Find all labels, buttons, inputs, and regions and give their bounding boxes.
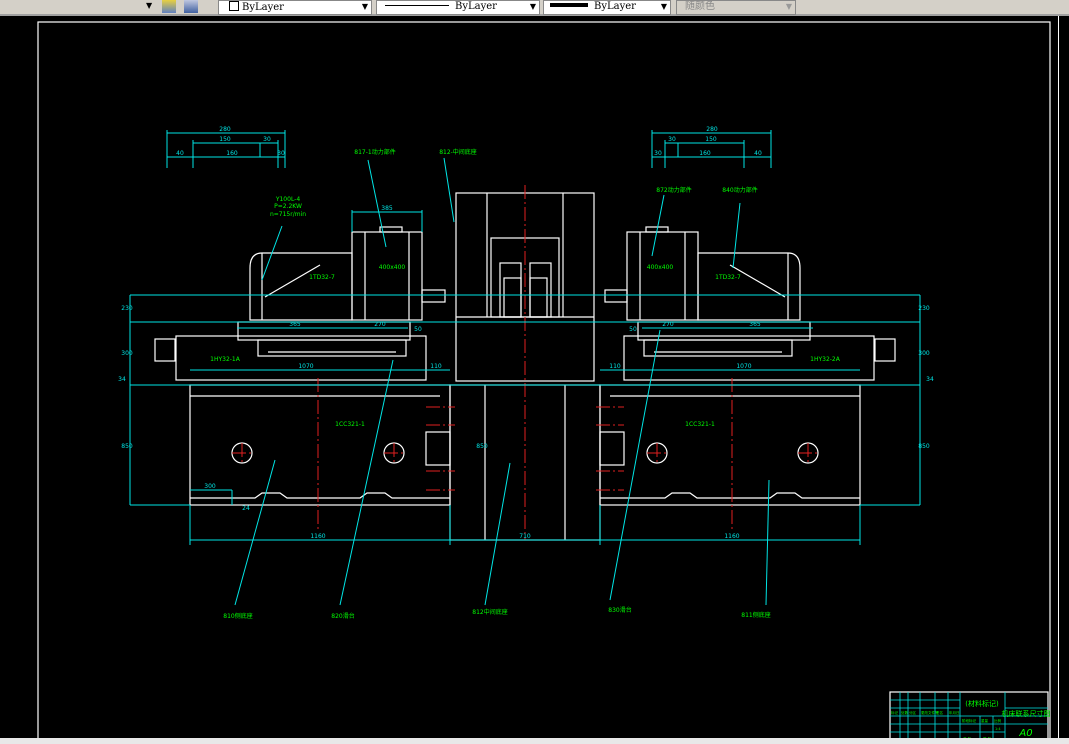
- dim-text: 40: [176, 150, 184, 157]
- centerlines: [232, 185, 818, 540]
- dim-text: 270: [374, 321, 386, 328]
- dim-text: 1070: [298, 363, 313, 370]
- dim-text: 850: [918, 443, 930, 450]
- color-swatch-icon: [229, 1, 239, 11]
- title-cell: 年月日: [949, 710, 960, 715]
- layer-previous-icon[interactable]: [184, 0, 198, 13]
- title-cell: 重量: [981, 718, 989, 723]
- linetype-value: ByLayer: [455, 1, 497, 12]
- label-text: 1CC321-1: [335, 421, 365, 428]
- title-cell: 阶段标记: [962, 718, 976, 723]
- plotstyle-control: 随颜色 ▼: [676, 0, 796, 15]
- dim-text: 150: [219, 136, 231, 143]
- label-text: 820滑台: [331, 612, 354, 620]
- left-base: [189, 384, 451, 506]
- label-text: 830滑台: [608, 606, 631, 614]
- label-text: 1TD32-7: [715, 274, 741, 281]
- right-head: [626, 231, 699, 321]
- label-text: 810侧底座: [223, 612, 252, 620]
- dim-text: 1070: [736, 363, 751, 370]
- material-mark: (材料标记): [965, 699, 999, 708]
- color-value: ByLayer: [242, 2, 284, 13]
- dim-text: 150: [705, 136, 717, 143]
- dim-text: 365: [749, 321, 761, 328]
- dim-text: 40: [754, 150, 762, 157]
- dim-text: 50: [414, 326, 422, 333]
- title-cell: 分区: [909, 710, 917, 715]
- dim-text: 1160: [724, 533, 739, 540]
- dim-text: 34: [926, 376, 934, 383]
- dimension-texts: 280 150 30 160 40 30 280 30 150 30 160 4…: [118, 126, 934, 540]
- dim-text: 160: [226, 150, 238, 157]
- left-motor: [249, 252, 353, 321]
- dim-text: 280: [706, 126, 718, 133]
- layer-states-icon[interactable]: [162, 0, 176, 13]
- dim-text: 365: [289, 321, 301, 328]
- linetype-sample-icon: [385, 5, 449, 6]
- dim-text: 230: [121, 305, 133, 312]
- chevron-down-icon[interactable]: ▼: [362, 1, 368, 13]
- chevron-down-icon[interactable]: ▼: [530, 1, 536, 13]
- command-line[interactable]: [0, 738, 1069, 744]
- vertical-scrollbar[interactable]: [1058, 16, 1069, 738]
- layer-dropdown-arrow[interactable]: ▼: [146, 1, 152, 10]
- dim-text: 270: [662, 321, 674, 328]
- dim-text: 385: [381, 205, 393, 212]
- dim-text: 280: [219, 126, 231, 133]
- title-block: (材料标记) 机床联系尺寸图 A0 标记 处数 分区 更改文件号 签名 年月日 …: [889, 691, 1051, 738]
- dim-text: 110: [430, 363, 442, 370]
- dim-text: 230: [918, 305, 930, 312]
- label-text: Y100L-4: [275, 196, 301, 203]
- dim-text: 30: [263, 136, 271, 143]
- right-motor: [697, 252, 801, 321]
- dim-text: 30: [654, 150, 662, 157]
- title-cell: 比例: [994, 718, 1002, 723]
- lineweight-value: ByLayer: [594, 1, 636, 12]
- sheet-size: A0: [1018, 728, 1032, 738]
- dim-text: 34: [118, 376, 126, 383]
- dim-text: 300: [204, 483, 216, 490]
- dim-text: 30: [668, 136, 676, 143]
- title-cell: 处数: [901, 710, 909, 715]
- dim-text: 300: [918, 350, 930, 357]
- dim-text: 50: [629, 326, 637, 333]
- label-text: 872动力部件: [656, 186, 691, 194]
- plotstyle-value: 随颜色: [685, 1, 715, 12]
- left-head: [351, 231, 423, 321]
- lineweight-control[interactable]: ByLayer ▼: [543, 0, 671, 15]
- label-text: 1HY32-2A: [810, 356, 841, 363]
- dim-text: 24: [242, 505, 250, 512]
- dim-text: 160: [699, 150, 711, 157]
- label-text: 1CC321-1: [685, 421, 715, 428]
- drawing-name: 机床联系尺寸图: [1002, 709, 1051, 718]
- dim-text: 850: [121, 443, 133, 450]
- dim-text: 710: [519, 533, 531, 540]
- properties-toolbar: ▼ ByLayer ▼ ByLayer ▼ ByLayer ▼ 随颜色 ▼: [0, 0, 1069, 16]
- label-text: 400x400: [647, 264, 674, 271]
- label-text: P=2.2KW: [274, 203, 302, 210]
- title-cell: 1:4: [995, 727, 1001, 731]
- dim-text: 30: [277, 150, 285, 157]
- label-text: 1HY32-1A: [210, 356, 241, 363]
- dim-text: 1160: [310, 533, 325, 540]
- color-control[interactable]: ByLayer ▼: [218, 0, 372, 15]
- label-text: 840动力部件: [722, 186, 757, 194]
- dim-text: 300: [121, 350, 133, 357]
- label-text: 811侧底座: [741, 611, 770, 619]
- linetype-control[interactable]: ByLayer ▼: [376, 0, 540, 15]
- label-text: 400x400: [379, 264, 406, 271]
- label-text: 812中间底座: [472, 608, 507, 616]
- label-text: n=715r/min: [270, 211, 306, 218]
- title-cell: 标记: [891, 710, 899, 715]
- drawing-canvas[interactable]: 280 150 30 160 40 30 280 30 150 30 160 4…: [0, 16, 1058, 738]
- chevron-down-icon[interactable]: ▼: [661, 1, 667, 13]
- chevron-down-icon: ▼: [785, 2, 792, 11]
- label-text: 1TD32-7: [309, 274, 335, 281]
- lineweight-sample-icon: [550, 3, 588, 7]
- label-text: 812-中间底座: [439, 148, 477, 156]
- dim-text: 110: [609, 363, 621, 370]
- title-cell: 签名: [936, 710, 943, 715]
- label-text: 817-1动力部件: [354, 148, 395, 156]
- dim-text: 850: [476, 443, 488, 450]
